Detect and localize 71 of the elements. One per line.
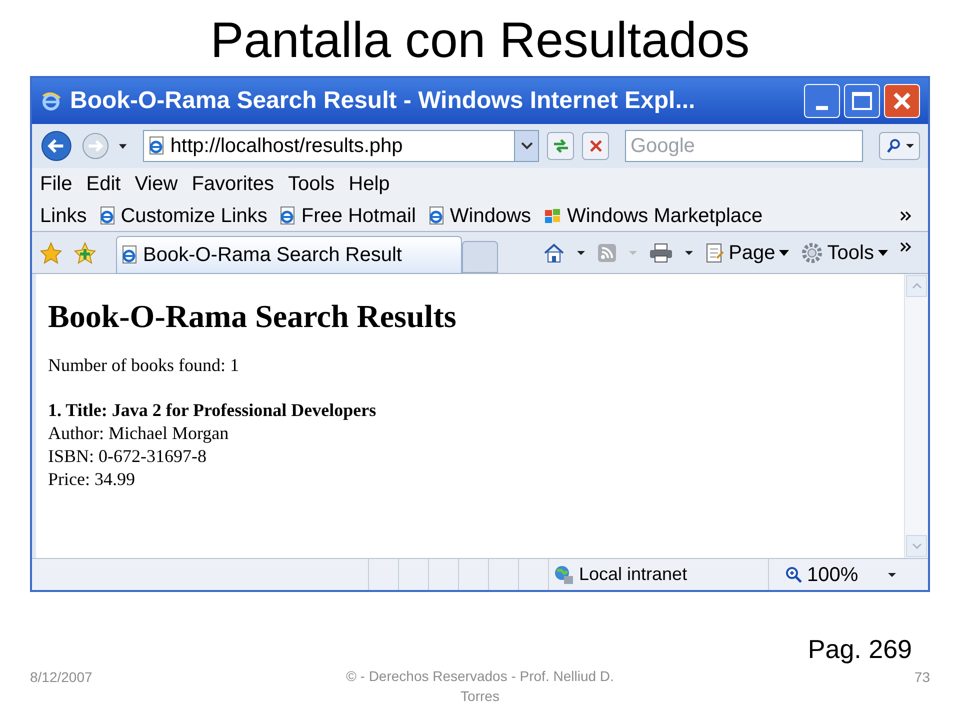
globe-icon (553, 564, 575, 586)
caret-icon (779, 250, 790, 256)
caret-icon[interactable] (684, 250, 693, 256)
page-heading: Book-O-Rama Search Results (48, 297, 458, 336)
link[interactable]: Windows Marketplace (567, 200, 763, 230)
slide-footer-text: © - Derechos Reservados - Prof. Nelliud D. Torres (345, 667, 615, 706)
caret-icon (906, 143, 914, 149)
browser-logo-icon (40, 90, 62, 112)
refresh-button[interactable] (547, 132, 574, 160)
command-button[interactable]: Page (704, 238, 790, 268)
page-icon (98, 206, 117, 226)
book-title: 1. Title: Java 2 for Professional Developers (48, 399, 378, 422)
page-icon (148, 136, 166, 156)
caret-icon[interactable] (576, 250, 585, 256)
forward-button[interactable] (80, 131, 110, 161)
book-detail: Author: Michael Morgan (48, 422, 230, 445)
home-icon[interactable] (542, 242, 565, 262)
maximize-button[interactable] (844, 84, 880, 118)
stop-button[interactable] (582, 132, 610, 160)
menu-item[interactable]: Tools (288, 169, 335, 199)
slide-number: 73 (913, 668, 930, 687)
gear-icon (801, 242, 824, 264)
page-icon (428, 206, 446, 226)
security-zone: Local intranet (579, 563, 688, 586)
document-icon (704, 242, 725, 264)
chevron-icon[interactable] (900, 210, 912, 220)
caret-icon (878, 250, 888, 256)
dropdown-button[interactable] (514, 131, 538, 161)
command-button[interactable]: Tools (801, 238, 888, 268)
star-icon[interactable] (40, 242, 62, 264)
close-icon (892, 91, 912, 111)
chevron-icon[interactable] (900, 242, 912, 252)
caret-icon[interactable] (118, 142, 128, 150)
link[interactable]: Windows (450, 200, 532, 230)
book-detail: Price: 34.99 (48, 468, 136, 491)
zoom-icon[interactable] (785, 566, 803, 584)
menu-item[interactable]: Favorites (192, 169, 274, 199)
menu-item[interactable]: View (134, 169, 178, 199)
link[interactable]: Free Hotmail (301, 200, 416, 230)
browser-tab[interactable]: Book-O-Rama Search Result (116, 236, 462, 274)
chevron-down-icon (912, 543, 922, 549)
menu-item[interactable]: Help (348, 169, 390, 199)
search-button[interactable] (879, 132, 920, 160)
chevron-down-icon (520, 142, 533, 150)
chevron-up-icon (912, 283, 922, 289)
book-detail: ISBN: 0-672-31697-8 (48, 445, 208, 468)
zoom-level[interactable]: 100% (807, 560, 858, 590)
slide-title: Pantalla con Resultados (210, 11, 750, 70)
feed-icon[interactable] (596, 242, 617, 262)
caret-icon (628, 250, 637, 256)
page-icon (279, 206, 298, 226)
menu-item[interactable]: File (40, 169, 72, 199)
slide-date: 8/12/2007 (30, 668, 94, 687)
printer-icon[interactable] (648, 242, 673, 262)
links-label: Links (40, 204, 87, 228)
add-favorite-icon[interactable] (74, 242, 96, 264)
address-field[interactable]: http://localhost/results.php (143, 130, 540, 162)
result-count: Number of books found: 1 (48, 354, 240, 377)
close-icon (588, 139, 603, 153)
link[interactable]: Customize Links (120, 200, 268, 230)
close-button[interactable] (884, 84, 920, 118)
back-button[interactable] (40, 129, 73, 163)
search-icon (886, 138, 902, 154)
search-field[interactable]: Google (625, 130, 864, 162)
minimize-button[interactable] (804, 84, 840, 118)
page-reference: Pag. 269 (808, 633, 912, 666)
caret-icon[interactable] (888, 572, 896, 578)
refresh-icon (552, 138, 570, 154)
window-title: Book-O-Rama Search Result - Windows Internet Expl... (70, 86, 696, 116)
page-icon (121, 244, 139, 264)
menu-item[interactable]: Edit (86, 169, 121, 199)
